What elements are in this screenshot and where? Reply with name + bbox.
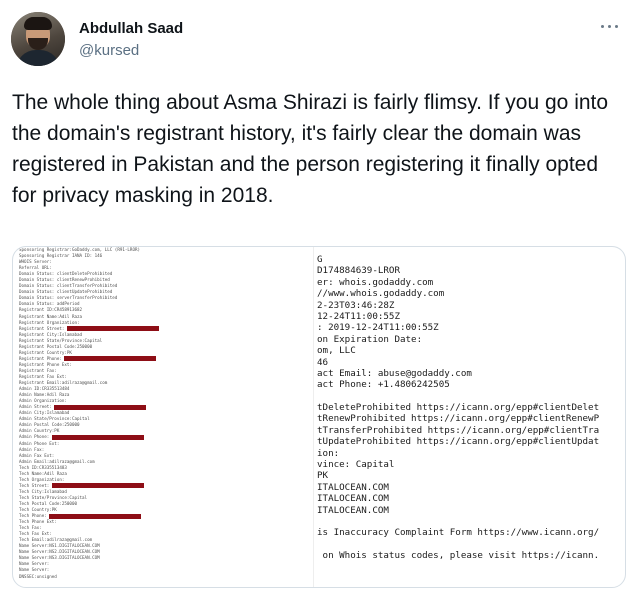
whois-right-line: PK bbox=[317, 470, 329, 482]
whois-right-line: tRenewProhibited https://icann.org/epp#c… bbox=[317, 413, 600, 425]
whois-right-line: tDeleteProhibited https://icann.org/epp#… bbox=[317, 402, 600, 414]
whois-left-line: DNSSEC:unsigned bbox=[19, 573, 57, 579]
whois-right-line: 46 bbox=[317, 356, 329, 368]
author-handle[interactable]: @kursed bbox=[79, 42, 139, 60]
whois-right-line: ITALOCEAN.COM bbox=[317, 504, 389, 516]
whois-right-line: //www.whois.godaddy.com bbox=[317, 288, 445, 300]
whois-right-line: on Whois status codes, please visit http… bbox=[317, 550, 600, 562]
redaction-bar bbox=[54, 404, 147, 410]
media-divider bbox=[313, 247, 314, 587]
whois-right-line: D174884639-LROR bbox=[317, 265, 400, 277]
tweet-text: The whole thing about Asma Shirazi is fa… bbox=[12, 91, 609, 207]
avatar-hair bbox=[24, 17, 52, 30]
whois-right-line: act Email: abuse@godaddy.com bbox=[317, 367, 472, 379]
whois-right-line: is Inaccuracy Complaint Form https://www… bbox=[317, 527, 600, 539]
ellipsis-dot bbox=[608, 25, 611, 28]
whois-left-screenshot: Sponsoring Registrar:GoDaddy.com, LLC (R… bbox=[19, 247, 311, 587]
redaction-bar bbox=[51, 434, 144, 440]
author-name[interactable]: Abdullah Saad bbox=[79, 20, 183, 38]
whois-right-line bbox=[317, 516, 623, 527]
whois-right-line: on Expiration Date: bbox=[317, 333, 423, 345]
whois-right-line: vince: Capital bbox=[317, 459, 395, 471]
whois-right-line: : 2019-12-24T11:00:55Z bbox=[317, 322, 439, 334]
whois-right-line: 2-23T03:46:28Z bbox=[317, 299, 395, 311]
whois-right-line: G bbox=[317, 254, 323, 265]
tweet-media-image[interactable]: Sponsoring Registrar:GoDaddy.com, LLC (R… bbox=[12, 246, 626, 588]
whois-right-line bbox=[317, 539, 623, 550]
avatar[interactable] bbox=[11, 12, 65, 66]
redaction-bar bbox=[51, 483, 144, 489]
whois-right-line: er: whois.godaddy.com bbox=[317, 276, 434, 288]
ellipsis-icon[interactable] bbox=[599, 20, 623, 34]
whois-right-line: tUpdateProhibited https://icann.org/epp#… bbox=[317, 436, 600, 448]
whois-right-line: ITALOCEAN.COM bbox=[317, 481, 389, 493]
ellipsis-dot bbox=[615, 25, 618, 28]
redaction-bar bbox=[66, 326, 159, 332]
whois-right-line: ITALOCEAN.COM bbox=[317, 493, 389, 505]
whois-right-line: ion: bbox=[317, 447, 340, 459]
whois-right-screenshot: G D174884639-LROR er: whois.godaddy.com//w… bbox=[317, 254, 623, 584]
whois-right-line: act Phone: +1.4806242505 bbox=[317, 379, 450, 391]
tweet: Abdullah Saad @kursed The whole thing ab… bbox=[0, 0, 640, 591]
whois-right-line bbox=[317, 391, 623, 402]
redaction-bar bbox=[49, 513, 142, 519]
whois-right-line: om, LLC bbox=[317, 345, 356, 357]
whois-right-line: 12-24T11:00:55Z bbox=[317, 310, 400, 322]
ellipsis-dot bbox=[601, 25, 604, 28]
whois-right-line: tTransferProhibited https://icann.org/ep… bbox=[317, 424, 600, 436]
redaction-bar bbox=[64, 356, 157, 362]
